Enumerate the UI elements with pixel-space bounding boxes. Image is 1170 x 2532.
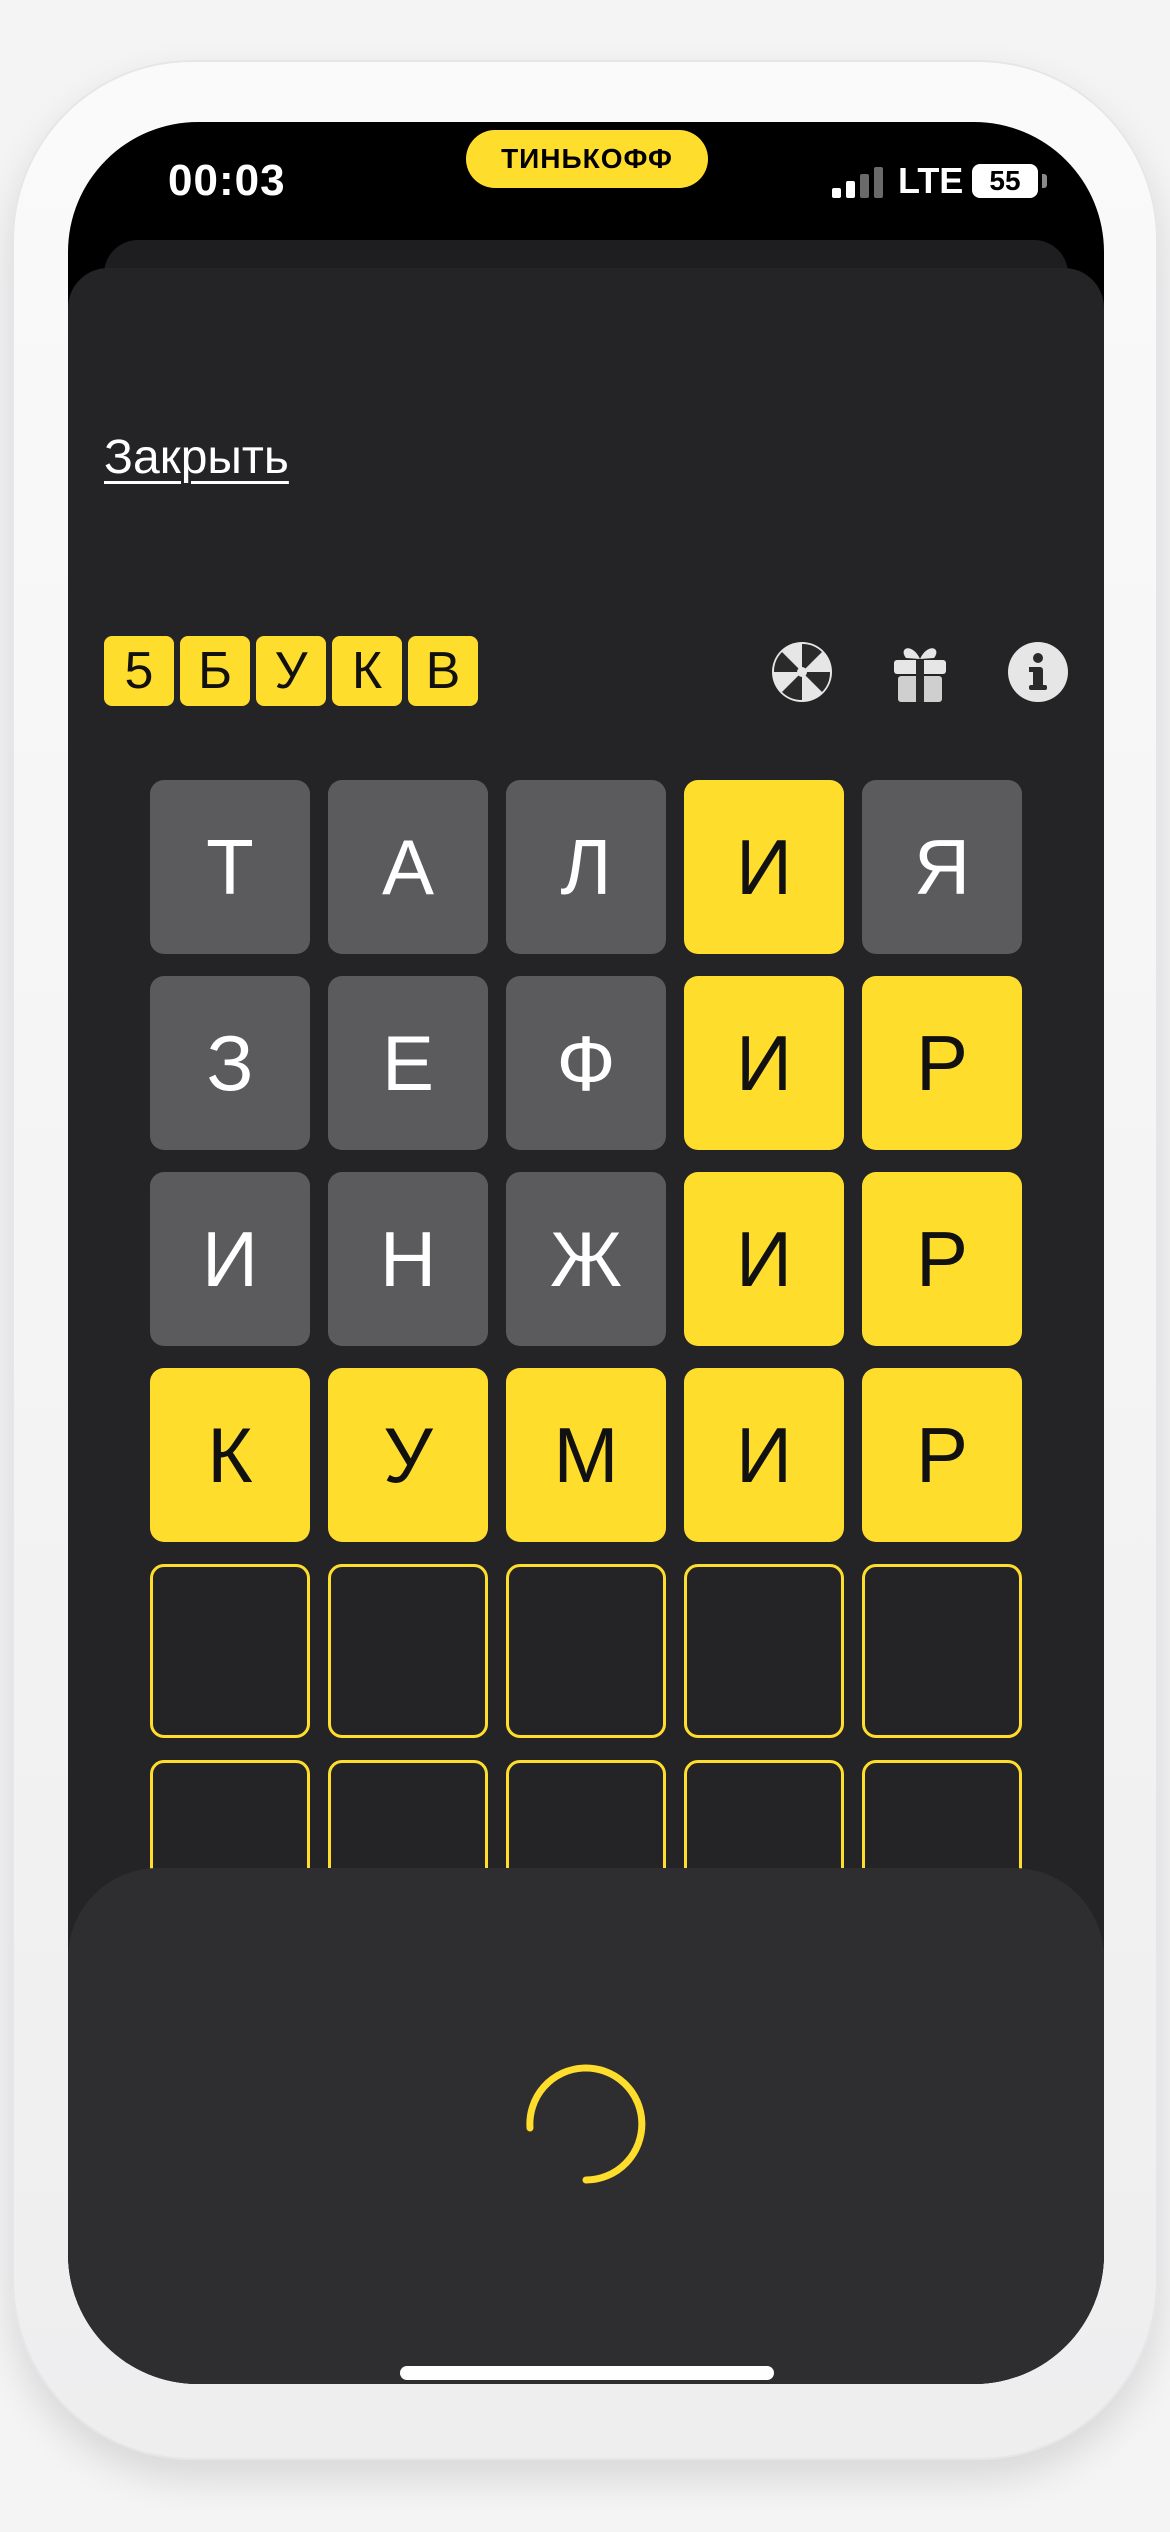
network-type: LTE	[898, 160, 964, 201]
wheel-icon[interactable]	[768, 638, 836, 706]
battery-icon: 55	[972, 164, 1038, 198]
empty-tile	[150, 1564, 310, 1738]
letter-tile: Л	[506, 780, 666, 954]
letter-tile: И	[150, 1172, 310, 1346]
letter-tile: Ж	[506, 1172, 666, 1346]
signal-icon	[832, 167, 883, 198]
letter-tile: И	[684, 780, 844, 954]
empty-tile	[862, 1564, 1022, 1738]
letter-tile: И	[684, 1172, 844, 1346]
gift-icon[interactable]	[886, 638, 954, 706]
game-board: ТАЛИЯЗЕФИРИНЖИРКУМИР	[150, 780, 1024, 1934]
letter-tile: К	[150, 1368, 310, 1542]
letter-tile: Ф	[506, 976, 666, 1150]
letter-tile: Я	[862, 780, 1022, 954]
app-screen: 00:03 ТИНЬКОФФ LTE 55 Закрыть 5 Б У К В	[68, 122, 1104, 2384]
logo-letter: В	[408, 636, 478, 706]
info-icon[interactable]	[1004, 638, 1072, 706]
empty-tile	[328, 1564, 488, 1738]
logo-letter: У	[256, 636, 326, 706]
letter-tile: Р	[862, 976, 1022, 1150]
letter-tile: И	[684, 1368, 844, 1542]
game-logo: 5 Б У К В	[104, 636, 478, 706]
empty-tile	[506, 1564, 666, 1738]
letter-tile: М	[506, 1368, 666, 1542]
battery-tip	[1042, 174, 1047, 188]
brand-pill: ТИНЬКОФФ	[466, 130, 708, 188]
logo-letter: Б	[180, 636, 250, 706]
letter-tile: Н	[328, 1172, 488, 1346]
home-indicator[interactable]	[400, 2366, 774, 2380]
letter-tile: А	[328, 780, 488, 954]
letter-tile: Р	[862, 1368, 1022, 1542]
letter-tile: У	[328, 1368, 488, 1542]
letter-tile: Е	[328, 976, 488, 1150]
letter-tile: Т	[150, 780, 310, 954]
empty-tile	[684, 1564, 844, 1738]
logo-letter: 5	[104, 636, 174, 706]
letter-tile: Р	[862, 1172, 1022, 1346]
letter-tile: З	[150, 976, 310, 1150]
status-time: 00:03	[168, 156, 286, 205]
logo-letter: К	[332, 636, 402, 706]
letter-tile: И	[684, 976, 844, 1150]
status-bar: 00:03 ТИНЬКОФФ LTE 55	[68, 122, 1104, 242]
loading-spinner-icon	[526, 2064, 646, 2184]
close-link[interactable]: Закрыть	[104, 430, 289, 485]
